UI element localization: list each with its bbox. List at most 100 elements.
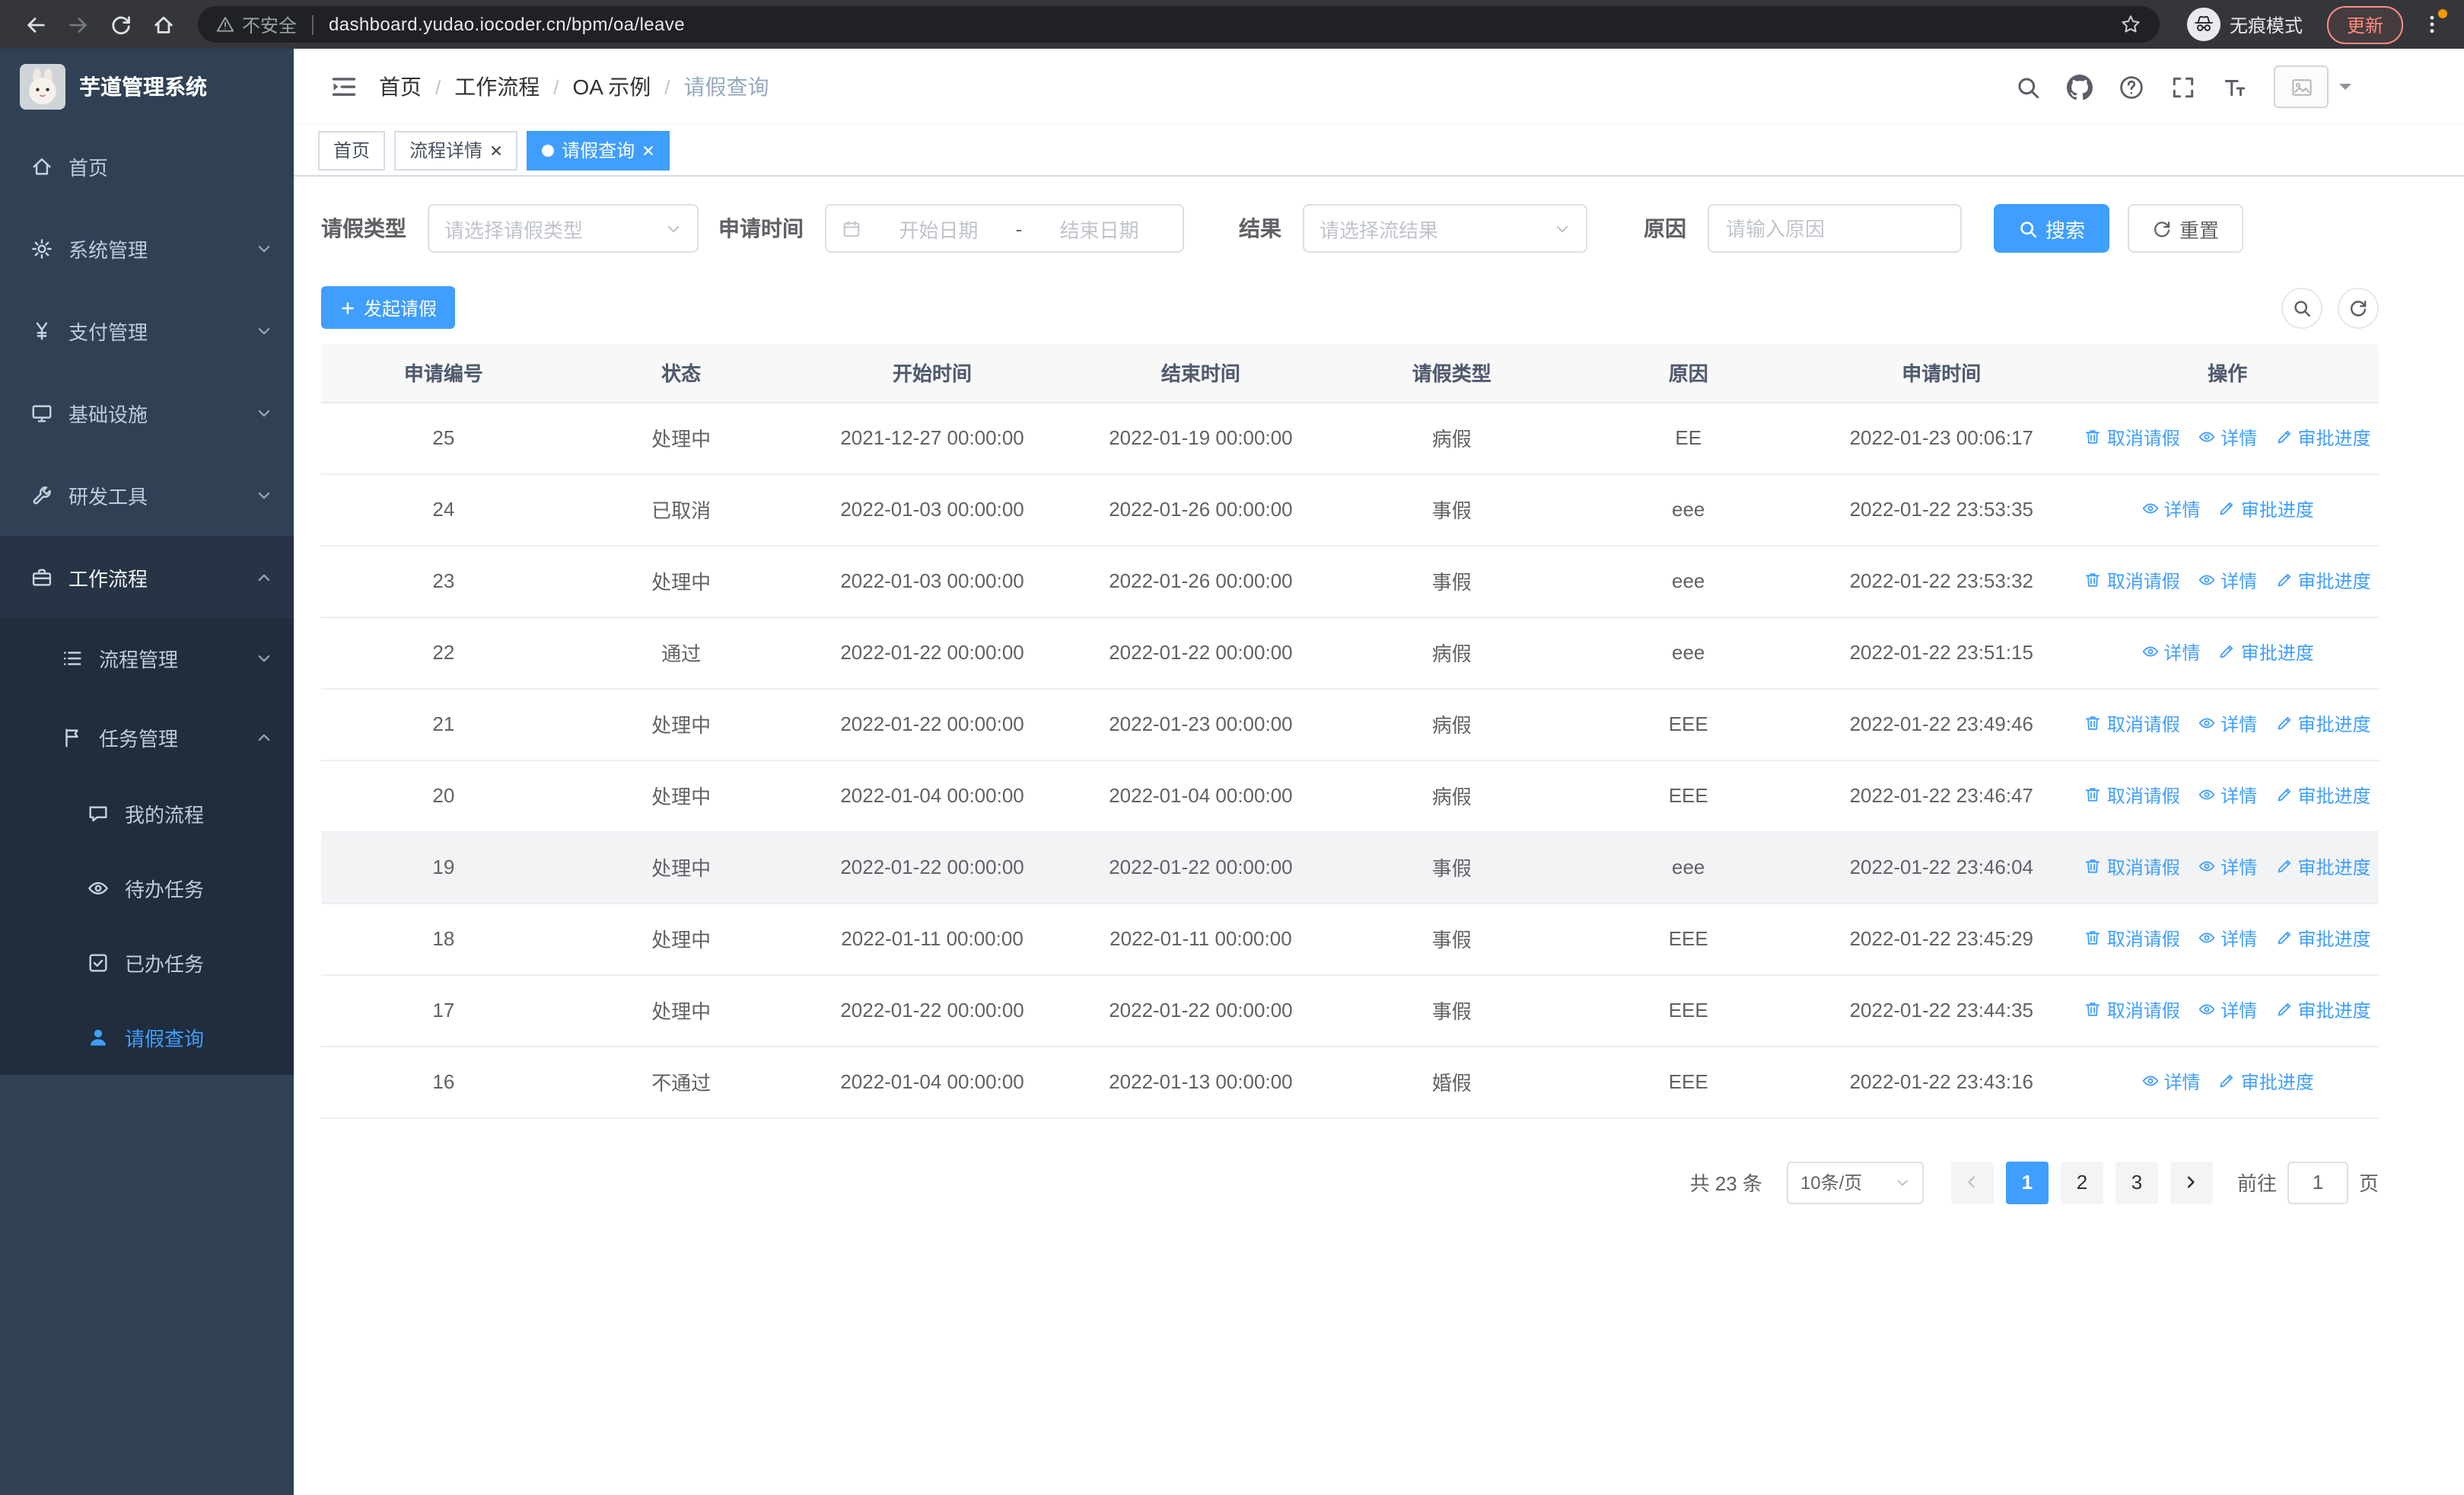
refresh-table-icon[interactable] <box>2338 287 2379 328</box>
reset-button-label: 重置 <box>2179 218 2220 241</box>
browser-home-icon[interactable] <box>143 5 183 44</box>
leave-type-select[interactable]: 请选择请假类型 <box>428 204 699 253</box>
table-row[interactable]: 19 处理中 2022-01-22 00:00:00 2022-01-22 00… <box>321 831 2379 904</box>
detail-link[interactable]: 详情 <box>2141 496 2201 522</box>
progress-link[interactable]: 审批进度 <box>2218 639 2314 665</box>
sidebar-item-devtools[interactable]: 研发工具 <box>0 454 294 536</box>
sidebar-item-infra[interactable]: 基础设施 <box>0 371 294 454</box>
page-button-2[interactable]: 2 <box>2060 1161 2103 1203</box>
cancel-leave-link[interactable]: 取消请假 <box>2084 997 2180 1023</box>
result-select[interactable]: 请选择流结果 <box>1303 204 1587 253</box>
breadcrumb-oa-example[interactable]: OA 示例 <box>573 72 651 102</box>
sidebar-item-my-process[interactable]: 我的流程 <box>0 776 294 851</box>
page-button-1[interactable]: 1 <box>2005 1161 2049 1203</box>
page-button-3[interactable]: 3 <box>2115 1161 2158 1203</box>
cell-reason: EE <box>1570 402 1807 474</box>
reason-input[interactable] <box>1712 207 1957 250</box>
sidebar-toggle-icon[interactable] <box>330 73 358 100</box>
sidebar-item-leave-query[interactable]: 请假查询 <box>0 1000 294 1075</box>
goto-page-input[interactable] <box>2287 1161 2348 1203</box>
progress-link[interactable]: 审批进度 <box>2218 1069 2314 1095</box>
detail-link[interactable]: 详情 <box>2198 425 2257 451</box>
apply-time-range-picker[interactable]: 开始日期 - 结束日期 <box>825 204 1184 253</box>
url-text[interactable]: dashboard.yudao.iocoder.cn/bpm/oa/leave <box>329 14 685 35</box>
breadcrumb-workflow[interactable]: 工作流程 <box>454 72 540 102</box>
sidebar-item-home[interactable]: 首页 <box>0 125 294 207</box>
browser-back-icon[interactable] <box>15 5 55 44</box>
browser-forward-icon[interactable] <box>58 5 97 44</box>
search-icon <box>2020 221 2037 237</box>
detail-link[interactable]: 详情 <box>2198 997 2257 1023</box>
user-avatar[interactable] <box>2274 65 2351 108</box>
detail-link[interactable]: 详情 <box>2141 639 2201 665</box>
breadcrumb-home[interactable]: 首页 <box>379 72 422 102</box>
table-row[interactable]: 25 处理中 2021-12-27 00:00:00 2022-01-19 00… <box>321 402 2379 474</box>
progress-link[interactable]: 审批进度 <box>2275 926 2371 952</box>
sidebar-item-done-tasks[interactable]: 已办任务 <box>0 926 294 1000</box>
browser-menu-icon[interactable] <box>2415 8 2449 41</box>
cancel-leave-link[interactable]: 取消请假 <box>2084 854 2180 880</box>
font-size-icon[interactable] <box>2222 74 2248 100</box>
browser-update-button[interactable]: 更新 <box>2326 5 2403 43</box>
sidebar-item-todo-tasks[interactable]: 待办任务 <box>0 851 294 926</box>
address-bar[interactable]: 不安全 dashboard.yudao.iocoder.cn/bpm/oa/le… <box>198 6 2160 43</box>
close-icon[interactable] <box>490 144 502 156</box>
detail-link[interactable]: 详情 <box>2141 1069 2201 1095</box>
cell-apply-id: 20 <box>321 760 566 832</box>
progress-link[interactable]: 审批进度 <box>2275 854 2371 880</box>
sidebar-item-task-mgmt[interactable]: 任务管理 <box>0 697 294 776</box>
prev-page-button[interactable] <box>1950 1161 1994 1203</box>
tab-process-detail[interactable]: 流程详情 <box>394 130 518 170</box>
next-page-button[interactable] <box>2170 1161 2213 1203</box>
table-row[interactable]: 22 通过 2022-01-22 00:00:00 2022-01-22 00:… <box>321 617 2379 689</box>
detail-link[interactable]: 详情 <box>2198 854 2257 880</box>
table-row[interactable]: 23 处理中 2022-01-03 00:00:00 2022-01-26 00… <box>321 545 2379 617</box>
progress-link[interactable]: 审批进度 <box>2275 568 2371 594</box>
table-row[interactable]: 16 不通过 2022-01-04 00:00:00 2022-01-13 00… <box>321 1046 2379 1118</box>
progress-link[interactable]: 审批进度 <box>2275 711 2371 737</box>
sidebar-item-process-mgmt[interactable]: 流程管理 <box>0 618 294 697</box>
github-icon[interactable] <box>2067 74 2093 100</box>
edit-pen-icon <box>2278 1003 2291 1016</box>
create-leave-button[interactable]: 发起请假 <box>321 286 456 329</box>
progress-link[interactable]: 审批进度 <box>2218 496 2314 522</box>
reset-button[interactable]: 重置 <box>2128 204 2244 253</box>
close-icon[interactable] <box>642 144 654 156</box>
sidebar-item-payment[interactable]: 支付管理 <box>0 289 294 371</box>
detail-label: 详情 <box>2220 928 2258 950</box>
toggle-search-icon[interactable] <box>2281 287 2322 328</box>
fullscreen-icon[interactable] <box>2170 74 2196 100</box>
tab-home[interactable]: 首页 <box>318 130 386 170</box>
table-row[interactable]: 24 已取消 2022-01-03 00:00:00 2022-01-26 00… <box>321 473 2379 546</box>
app-logo[interactable]: 芋道管理系统 <box>0 49 294 125</box>
progress-link[interactable]: 审批进度 <box>2275 783 2371 808</box>
cancel-leave-link[interactable]: 取消请假 <box>2084 568 2180 594</box>
search-button[interactable]: 搜索 <box>1994 204 2110 253</box>
cancel-leave-link[interactable]: 取消请假 <box>2084 711 2180 737</box>
table-row[interactable]: 18 处理中 2022-01-11 00:00:00 2022-01-11 00… <box>321 903 2379 975</box>
chevron-down-icon <box>256 404 272 421</box>
cancel-leave-link[interactable]: 取消请假 <box>2084 926 2180 952</box>
sidebar-item-system[interactable]: 系统管理 <box>0 207 294 289</box>
table-row[interactable]: 20 处理中 2022-01-04 00:00:00 2022-01-04 00… <box>321 760 2379 832</box>
bookmark-star-icon[interactable] <box>2120 14 2141 35</box>
progress-link[interactable]: 审批进度 <box>2275 425 2371 451</box>
detail-label: 详情 <box>2220 785 2258 807</box>
detail-link[interactable]: 详情 <box>2198 926 2257 952</box>
progress-link[interactable]: 审批进度 <box>2275 997 2371 1023</box>
detail-link[interactable]: 详情 <box>2198 711 2257 737</box>
browser-refresh-icon[interactable] <box>100 5 140 44</box>
detail-link[interactable]: 详情 <box>2198 783 2257 808</box>
cancel-leave-link[interactable]: 取消请假 <box>2084 425 2180 451</box>
detail-link[interactable]: 详情 <box>2198 568 2257 594</box>
cancel-leave-link[interactable]: 取消请假 <box>2084 783 2180 808</box>
sidebar-item-workflow[interactable]: 工作流程 <box>0 536 294 618</box>
security-warning[interactable]: 不安全 <box>216 11 297 37</box>
page-size-select[interactable]: 10条/页 <box>1786 1161 1924 1203</box>
table-row[interactable]: 17 处理中 2022-01-22 00:00:00 2022-01-22 00… <box>321 974 2379 1047</box>
tab-leave-query[interactable]: 请假查询 <box>527 130 670 170</box>
table-row[interactable]: 21 处理中 2022-01-22 00:00:00 2022-01-23 00… <box>321 688 2379 760</box>
search-icon[interactable] <box>2015 74 2041 100</box>
help-icon[interactable] <box>2119 74 2144 100</box>
sidebar-item-label: 系统管理 <box>68 238 148 261</box>
